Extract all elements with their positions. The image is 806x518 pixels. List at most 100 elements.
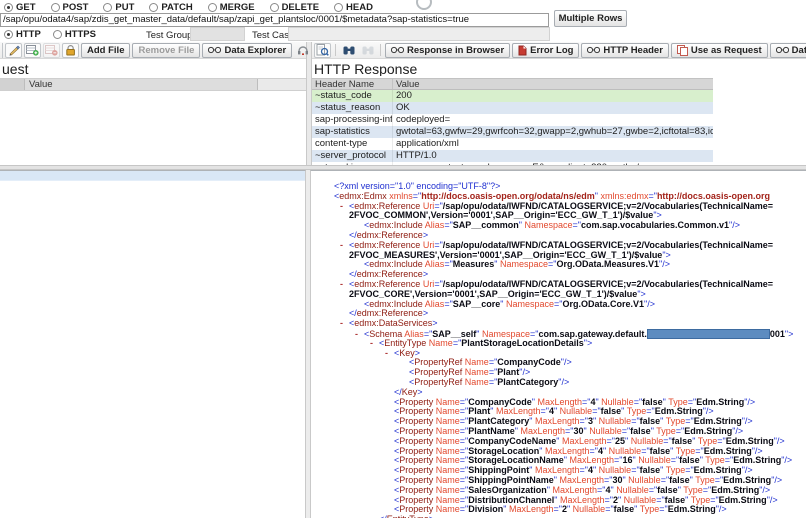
response-header-row[interactable]: ~status_code 200 <box>312 90 713 102</box>
collapse-marker[interactable]: - <box>340 241 349 251</box>
xml-token: edmx:Include <box>369 260 423 270</box>
xml-line: <edmx:Include Alias="SAP__common" Namesp… <box>325 221 806 231</box>
find-in-page-icon[interactable] <box>314 42 331 58</box>
xml-token: Measures <box>452 260 495 270</box>
http-header-button[interactable]: HTTP Header <box>581 42 669 58</box>
test-case-input[interactable] <box>288 27 550 41</box>
response-in-browser-button[interactable]: Response in Browser <box>385 42 511 58</box>
radio-icon <box>52 29 62 39</box>
xml-token: "> <box>637 289 646 299</box>
xml-token: MaxLength <box>520 426 566 436</box>
collapse-marker[interactable]: - <box>340 319 349 329</box>
xml-token: "/> <box>751 446 763 456</box>
collapse-marker[interactable]: - <box>340 280 349 290</box>
xml-token: edmx:Reference <box>356 230 423 240</box>
clipped-toolbar-button[interactable] <box>2 42 3 58</box>
method-radio-get[interactable]: GET <box>4 2 36 13</box>
use-as-request-button[interactable]: Use as Request <box>670 42 768 58</box>
xml-token: </ <box>394 387 402 397</box>
xml-token: =" <box>646 407 655 417</box>
xml-token: Name <box>433 485 460 495</box>
xml-token: > <box>422 230 429 240</box>
collapse-marker[interactable]: - <box>340 202 349 212</box>
xml-token: SAP__common <box>452 221 519 231</box>
method-radio-put[interactable]: PUT <box>103 2 134 13</box>
method-radio-merge[interactable]: MERGE <box>207 2 255 13</box>
xml-token: Property <box>399 417 434 427</box>
xml-token: Nullable <box>628 475 661 485</box>
request-table-header: Value <box>0 78 306 91</box>
xml-token: Edm.String <box>711 485 760 495</box>
response-header-row[interactable]: sap-processing-info codeployed= <box>312 114 713 126</box>
request-uri-input[interactable]: /sap/opu/odata4/sap/zdis_get_master_data… <box>0 13 549 27</box>
xml-token: "/> <box>715 505 727 515</box>
xml-token: Edm.String <box>733 456 782 466</box>
error-log-button[interactable]: Error Log <box>512 42 580 58</box>
binoculars-disabled-icon[interactable] <box>359 43 376 58</box>
xml-token: Name <box>426 338 453 348</box>
method-radio-post[interactable]: POST <box>50 2 88 13</box>
header-value-cell: gwtotal=63,gwfw=29,gwrfcoh=32,gwapp=2,gw… <box>396 126 713 137</box>
delete-row-icon[interactable] <box>43 42 60 58</box>
xml-document: <?xml version="1.0" encoding="UTF-8"?> <e… <box>325 182 806 518</box>
xml-token: Property <box>399 475 434 485</box>
collapse-marker[interactable]: - <box>355 329 364 339</box>
add-file-button[interactable]: Add File <box>81 42 131 58</box>
xml-token: PropertyRef <box>414 358 463 368</box>
header-value-cell: 200 <box>396 90 412 101</box>
xml-token: ShippingPoint <box>468 466 530 476</box>
xml-token: "/> <box>659 260 670 270</box>
xml-line: - <EntityType Name="PlantStorageLocationD… <box>325 339 806 349</box>
xml-token: "/> <box>773 436 785 446</box>
xml-token: =" <box>444 299 453 309</box>
remove-file-button[interactable]: Remove File <box>132 42 201 58</box>
xml-token: =" <box>459 485 469 495</box>
xml-token: Property <box>399 495 434 505</box>
xml-token: "/> <box>702 407 714 417</box>
method-radio-head[interactable]: HEAD <box>334 2 373 13</box>
response-data-explorer-button[interactable]: Data Explorer <box>769 42 806 58</box>
xml-token: Name <box>433 436 460 446</box>
xml-token: StorageLocation <box>468 446 540 456</box>
xml-token: "/> <box>744 397 756 407</box>
xml-token: /sap/opu/odata/IWFND/CATALOGSERVICE;v=2/… <box>442 240 774 250</box>
xml-line: - <edmx:Reference Uri="/sap/opu/odata/IWF… <box>325 241 806 251</box>
request-config-bar: GET POST PUT PATCH MERGE DELETE HEAD /sap/opu/… <box>0 0 806 42</box>
response-header-row[interactable]: content-type application/xml <box>312 138 713 150</box>
xml-token: =" <box>621 426 631 436</box>
xml-token: =" <box>656 495 665 505</box>
xml-token: PlantCategory <box>468 417 530 427</box>
method-radio-patch[interactable]: PATCH <box>149 2 193 13</box>
xml-token: 30 <box>573 426 584 436</box>
edit-pencil-icon[interactable] <box>5 42 22 58</box>
xml-token: SAP__core <box>452 299 501 309</box>
xml-token: =" <box>459 466 469 476</box>
collapse-marker[interactable]: - <box>370 339 379 349</box>
padlock-icon[interactable] <box>62 42 79 58</box>
protocol-radio-https[interactable]: HTTPS <box>52 29 96 40</box>
xml-token: =" <box>631 466 640 476</box>
protocol-radio-http[interactable]: HTTP <box>4 29 41 40</box>
xml-token: MaxLength <box>569 456 615 466</box>
response-header-row[interactable]: ~server_protocol HTTP/1.0 <box>312 150 713 162</box>
multiple-rows-button[interactable]: Multiple Rows <box>554 10 627 27</box>
response-header-row[interactable]: ~status_reason OK <box>312 102 713 114</box>
xml-token: =" <box>631 417 640 427</box>
xml-token: Alias <box>422 221 445 231</box>
insert-row-icon[interactable] <box>24 42 41 58</box>
method-radio-delete[interactable]: DELETE <box>269 2 319 13</box>
xml-token: =" <box>459 505 469 515</box>
response-body-xml-view[interactable]: <?xml version="1.0" encoding="UTF-8"?> <e… <box>310 170 806 518</box>
response-pane: Response in Browser Error Log HTTP Heade… <box>311 42 806 174</box>
test-group-input[interactable] <box>190 27 245 41</box>
xml-token: false <box>639 417 661 427</box>
collapse-marker[interactable]: - <box>385 349 394 359</box>
xml-token: "/> <box>560 358 572 368</box>
xml-token: DistributionChannel <box>468 495 555 505</box>
request-data-explorer-button[interactable]: Data Explorer <box>202 42 293 58</box>
headset-icon[interactable] <box>294 43 311 58</box>
binoculars-icon[interactable] <box>340 43 357 58</box>
xml-token: =" <box>572 221 581 231</box>
response-header-row[interactable]: sap-statistics gwtotal=63,gwfw=29,gwrfcoh… <box>312 126 713 138</box>
xml-token: Name <box>433 407 460 417</box>
